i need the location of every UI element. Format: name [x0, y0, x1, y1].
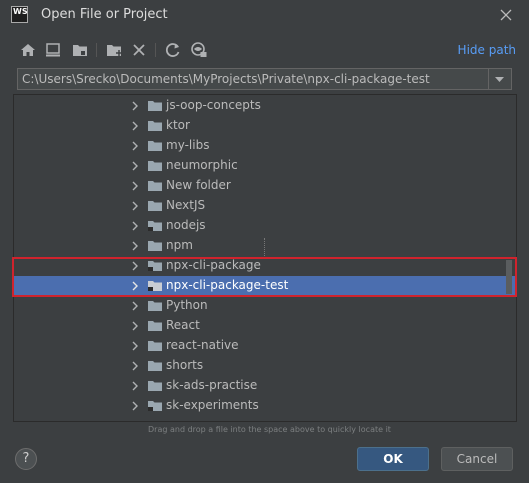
path-history-dropdown[interactable]	[488, 69, 511, 89]
delete-icon	[133, 44, 145, 56]
close-icon	[500, 9, 512, 21]
tree-item-label: New folder	[166, 178, 231, 192]
chevron-right-icon[interactable]	[130, 381, 140, 391]
project-folder-icon	[73, 45, 87, 56]
chevron-right-icon[interactable]	[130, 261, 140, 271]
tree-item-label: nodejs	[166, 218, 206, 232]
tree-item-label: react-native	[166, 338, 239, 352]
show-hidden-files-button[interactable]	[189, 40, 209, 60]
chevron-right-icon[interactable]	[130, 221, 140, 231]
title-bar: WS Open File or Project	[0, 0, 529, 31]
module-folder-icon	[148, 281, 162, 291]
folder-icon	[148, 241, 162, 251]
tree-item-label: my-libs	[166, 138, 210, 152]
chevron-right-icon[interactable]	[130, 121, 140, 131]
project-directory-button[interactable]	[70, 40, 90, 60]
folder-icon	[148, 181, 162, 191]
toolbar-separator	[96, 43, 97, 57]
chevron-right-icon[interactable]	[130, 321, 140, 331]
chevron-right-icon[interactable]	[130, 341, 140, 351]
path-input[interactable]	[18, 69, 494, 89]
home-icon	[21, 44, 35, 56]
folder-icon	[148, 321, 162, 331]
file-chooser-toolbar	[16, 40, 516, 60]
refresh-icon	[165, 43, 180, 57]
tree-row[interactable]: my-libs	[14, 136, 516, 156]
chevron-right-icon[interactable]	[130, 141, 140, 151]
chevron-right-icon[interactable]	[130, 241, 140, 251]
module-folder-icon	[148, 401, 162, 411]
new-folder-button[interactable]	[104, 40, 124, 60]
new-folder-icon	[107, 45, 122, 56]
folder-icon	[148, 121, 162, 131]
home-button[interactable]	[18, 40, 38, 60]
tree-item-label: React	[166, 318, 200, 332]
tree-item-label: npx-cli-package	[166, 258, 261, 272]
tree-row[interactable]: NextJS	[14, 196, 516, 216]
folder-icon	[148, 141, 162, 151]
tree-item-label: Python	[166, 298, 208, 312]
folder-icon	[148, 361, 162, 371]
folder-icon	[148, 201, 162, 211]
tree-item-label: npm	[166, 238, 193, 252]
show-hidden-icon	[191, 42, 207, 57]
tree-row[interactable]: npx-cli-package-test	[14, 276, 516, 296]
tree-row[interactable]: npx-cli-package	[14, 256, 516, 276]
chevron-right-icon[interactable]	[130, 101, 140, 111]
drag-drop-hint: Drag and drop a file into the space abov…	[148, 425, 391, 434]
tree-row[interactable]: sk-experiments	[14, 396, 516, 416]
tree-item-label: sk-ads-practise	[166, 378, 258, 392]
dialog-title: Open File or Project	[41, 7, 168, 22]
chevron-right-icon[interactable]	[130, 181, 140, 191]
folder-icon	[148, 341, 162, 351]
chevron-right-icon[interactable]	[130, 161, 140, 171]
help-button[interactable]: ?	[15, 448, 37, 470]
toolbar-separator	[155, 43, 156, 57]
tree-row[interactable]: shorts	[14, 356, 516, 376]
chevron-right-icon[interactable]	[130, 281, 140, 291]
file-tree[interactable]: js-oop-concepts ktor my-libs neumorphic New …	[13, 94, 517, 422]
chevron-right-icon[interactable]	[130, 401, 140, 411]
chevron-right-icon[interactable]	[130, 361, 140, 371]
folder-icon	[148, 301, 162, 311]
cancel-button[interactable]: Cancel	[441, 447, 513, 471]
path-combobox	[17, 68, 512, 90]
tree-row[interactable]: ktor	[14, 116, 516, 136]
tree-item-label: js-oop-concepts	[166, 98, 261, 112]
tree-row[interactable]: neumorphic	[14, 156, 516, 176]
delete-button[interactable]	[129, 40, 149, 60]
tree-row[interactable]: React	[14, 316, 516, 336]
tree-row[interactable]: js-oop-concepts	[14, 96, 516, 116]
refresh-button[interactable]	[163, 40, 183, 60]
ok-button[interactable]: OK	[357, 447, 429, 471]
tree-row[interactable]: nodejs	[14, 216, 516, 236]
chevron-down-icon	[495, 77, 504, 82]
chevron-right-icon[interactable]	[130, 301, 140, 311]
folder-icon	[148, 161, 162, 171]
desktop-icon	[46, 43, 60, 57]
tree-row[interactable]: react-native	[14, 336, 516, 356]
tree-scrollbar-thumb[interactable]	[506, 260, 512, 294]
module-folder-icon	[148, 221, 162, 231]
folder-icon	[148, 101, 162, 111]
desktop-button[interactable]	[43, 40, 63, 60]
chevron-right-icon[interactable]	[130, 201, 140, 211]
tree-guide-line	[264, 238, 265, 256]
tree-item-label: shorts	[166, 358, 204, 372]
tree-item-label: npx-cli-package-test	[166, 278, 289, 292]
hide-path-link[interactable]: Hide path	[458, 43, 516, 57]
tree-row[interactable]: Python	[14, 296, 516, 316]
module-folder-icon	[148, 261, 162, 271]
tree-item-label: ktor	[166, 118, 190, 132]
tree-item-label: sk-experiments	[166, 398, 259, 412]
tree-row[interactable]: sk-ads-practise	[14, 376, 516, 396]
tree-item-label: neumorphic	[166, 158, 238, 172]
close-button[interactable]	[495, 4, 517, 26]
tree-row[interactable]: New folder	[14, 176, 516, 196]
tree-row[interactable]: npm	[14, 236, 516, 256]
tree-item-label: NextJS	[166, 198, 206, 212]
folder-icon	[148, 381, 162, 391]
webstorm-app-icon: WS	[11, 6, 28, 23]
